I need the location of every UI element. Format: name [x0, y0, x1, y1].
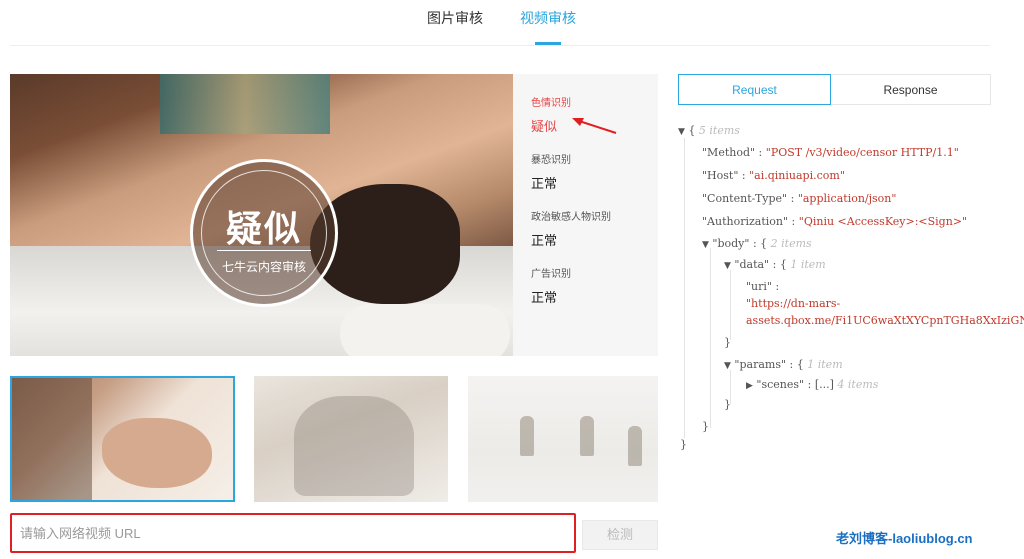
result-value-politician: 正常: [531, 233, 558, 248]
collapse-body-icon[interactable]: ▼: [702, 240, 709, 250]
tab-video-review[interactable]: 视频审核: [520, 8, 576, 28]
video-thumbnail-2[interactable]: [254, 376, 448, 502]
json-params: ▼ "params" : { 1 item: [724, 358, 843, 371]
json-method: "Method" : "POST /v3/video/censor HTTP/1…: [702, 146, 959, 159]
tab-image-review[interactable]: 图片审核: [427, 8, 483, 28]
result-label-politician: 政治敏感人物识别: [531, 212, 611, 223]
response-tab[interactable]: Response: [831, 74, 991, 105]
collapse-params-icon[interactable]: ▼: [724, 361, 731, 371]
expand-scenes-icon[interactable]: ▶: [746, 381, 753, 391]
detect-button[interactable]: 检测: [582, 520, 658, 550]
stamp-title: 疑似: [225, 208, 302, 249]
result-value-ads: 正常: [531, 290, 558, 305]
result-label-porn: 色情识别: [531, 98, 571, 109]
video-preview: 疑似 七牛云内容审核: [10, 74, 513, 356]
collapse-data-icon[interactable]: ▼: [724, 261, 731, 271]
request-tab[interactable]: Request: [678, 74, 831, 105]
video-thumbnail-1[interactable]: [10, 376, 235, 502]
result-label-terror: 暴恐识别: [531, 155, 571, 166]
video-url-input[interactable]: [10, 513, 576, 553]
json-uri: "uri" :: [746, 280, 780, 293]
json-authorization: "Authorization" : "Qiniu <AccessKey>:<Si…: [702, 215, 968, 228]
json-body: ▼ "body" : { 2 items: [702, 237, 812, 250]
collapse-root-icon[interactable]: ▼: [678, 127, 685, 137]
tab-bar: 图片审核 视频审核: [0, 0, 1024, 46]
json-scenes: ▶ "scenes" : [...] 4 items: [746, 378, 879, 391]
result-value-porn: 疑似: [531, 119, 558, 134]
json-content-type: "Content-Type" : "application/json": [702, 192, 897, 205]
result-label-ads: 广告识别: [531, 269, 571, 280]
json-data: ▼ "data" : { 1 item: [724, 258, 826, 271]
watermark: 老刘博客-laoliublog.cn: [836, 531, 973, 546]
video-thumbnail-3[interactable]: [468, 376, 658, 502]
root-count: 5 items: [698, 124, 740, 137]
result-stamp: 疑似 七牛云内容审核: [190, 159, 338, 307]
result-value-terror: 正常: [531, 176, 558, 191]
stamp-subtitle: 七牛云内容审核: [221, 260, 306, 274]
tab-divider: [10, 45, 990, 46]
json-host: "Host" : "ai.qiniuapi.com": [702, 169, 845, 182]
red-arrow-icon: [572, 118, 617, 134]
